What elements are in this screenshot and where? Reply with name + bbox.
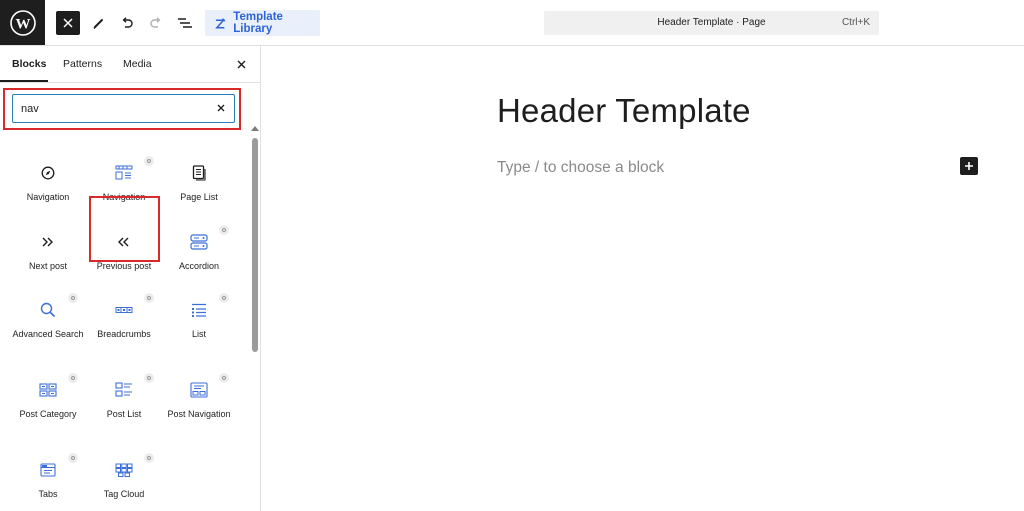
block-label: Previous post	[96, 261, 152, 271]
block-label: Next post	[28, 261, 68, 271]
compass-icon	[38, 163, 58, 183]
scroll-thumb[interactable]	[252, 138, 258, 352]
pro-badge-icon	[144, 373, 154, 383]
block-label: Post Category	[19, 409, 77, 419]
block-label: Accordion	[178, 261, 220, 271]
block-label: Post List	[106, 409, 142, 419]
block-label: Tag Cloud	[103, 489, 145, 499]
list-view-icon	[178, 18, 192, 28]
navigation-grid-icon	[114, 163, 134, 183]
plus-icon	[965, 162, 973, 170]
close-icon	[63, 18, 73, 28]
close-icon	[217, 104, 225, 112]
pro-badge-icon	[68, 373, 78, 383]
post-list-icon	[114, 380, 134, 400]
svg-text:W: W	[15, 16, 30, 32]
redo-button[interactable]	[144, 11, 168, 35]
block-search-box	[12, 94, 235, 123]
document-overview-button[interactable]	[173, 11, 197, 35]
breadcrumbs-icon	[114, 300, 134, 320]
tab-media[interactable]: Media	[123, 58, 152, 70]
editor-top-toolbar: W Template Library Header Template · Pag…	[0, 0, 1024, 46]
tag-cloud-icon	[114, 460, 134, 480]
block-inserter-panel: Blocks Patterns Media Navigation Navigat…	[0, 46, 261, 511]
shortcut-hint: Ctrl+K	[841, 17, 870, 28]
block-label: Tabs	[38, 489, 58, 499]
pro-badge-icon	[144, 293, 154, 303]
close-inserter-button[interactable]	[56, 11, 80, 35]
accordion-icon	[189, 232, 209, 252]
command-palette-button[interactable]: Header Template · Page Ctrl+K	[544, 11, 879, 35]
add-block-button[interactable]	[960, 157, 978, 175]
search-icon	[38, 300, 58, 320]
clear-search-button[interactable]	[214, 101, 228, 115]
inserter-tabs: Blocks Patterns Media	[0, 46, 260, 83]
pro-badge-icon	[219, 373, 229, 383]
tabs-icon	[38, 460, 58, 480]
tab-patterns[interactable]: Patterns	[63, 58, 102, 70]
inserter-scrollbar[interactable]	[250, 84, 260, 511]
document-title: Header Template · Page	[657, 17, 766, 28]
tools-button[interactable]	[87, 11, 111, 35]
pro-badge-icon	[219, 293, 229, 303]
template-library-icon	[215, 17, 226, 29]
template-library-label: Template Library	[233, 11, 283, 35]
double-chevron-left-icon	[114, 232, 134, 252]
wordpress-logo-icon[interactable]: W	[0, 0, 45, 45]
tab-blocks[interactable]: Blocks	[12, 58, 46, 70]
block-label: Advanced Search	[12, 329, 84, 339]
scroll-up-arrow-icon[interactable]	[251, 126, 259, 131]
active-tab-indicator	[0, 80, 48, 82]
block-label: Navigation	[26, 192, 70, 202]
block-placeholder[interactable]: Type / to choose a block	[497, 159, 664, 177]
pro-badge-icon	[144, 156, 154, 166]
page-list-icon	[189, 163, 209, 183]
pro-badge-icon	[68, 453, 78, 463]
block-label: Page List	[180, 192, 218, 202]
close-panel-button[interactable]	[233, 56, 249, 72]
pencil-icon	[93, 19, 103, 29]
close-icon	[237, 60, 245, 68]
template-library-button[interactable]: Template Library	[205, 10, 320, 36]
block-label: Post Navigation	[167, 409, 231, 419]
editor-canvas: Header Template Type / to choose a block	[261, 46, 1024, 511]
block-label: Breadcrumbs	[97, 329, 151, 339]
navigation-highlight-frame	[89, 196, 160, 262]
double-chevron-right-icon	[38, 232, 58, 252]
page-title[interactable]: Header Template	[497, 92, 751, 130]
redo-icon	[150, 17, 161, 28]
pro-badge-icon	[219, 225, 229, 235]
block-label: List	[191, 329, 206, 339]
undo-icon	[122, 17, 133, 28]
block-search-input[interactable]	[21, 95, 211, 122]
undo-button[interactable]	[115, 11, 139, 35]
post-navigation-icon	[189, 380, 209, 400]
pro-badge-icon	[68, 293, 78, 303]
post-category-icon	[38, 380, 58, 400]
pro-badge-icon	[144, 453, 154, 463]
list-icon	[189, 300, 209, 320]
